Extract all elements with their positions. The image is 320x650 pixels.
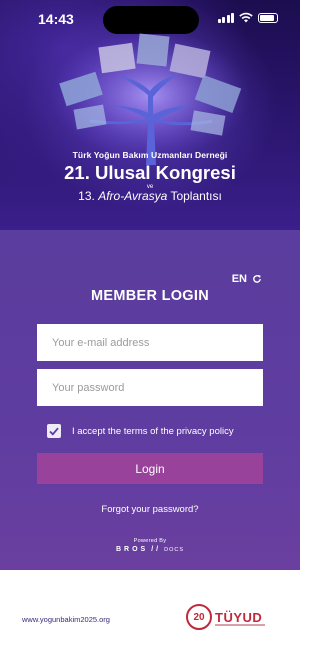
- powered-brand: BROS: [115, 546, 149, 553]
- organization-name: Türk Yoğun Bakım Uzmanları Derneği: [72, 150, 228, 160]
- refresh-icon: [253, 275, 261, 283]
- website-link[interactable]: www.yogunbakim2025.org: [22, 615, 110, 624]
- tuyud-wordmark: TÜYUD: [215, 609, 263, 625]
- wifi-icon: [239, 12, 253, 23]
- page-title: MEMBER LOGIN: [91, 288, 209, 304]
- forgot-password-link[interactable]: Forgot your password?: [0, 504, 300, 515]
- meeting-suffix: Toplantısı: [170, 189, 222, 203]
- language-switcher[interactable]: EN: [232, 273, 262, 285]
- tuyud-anniversary-badge: 20: [186, 604, 212, 630]
- powered-by-block: Powered By BROS // DOCS: [0, 538, 300, 553]
- congress-title-block: Türk Yoğun Bakım Uzmanları Derneği 21. U…: [0, 150, 300, 203]
- logo-underline: [215, 624, 265, 626]
- checkmark-icon: [49, 427, 59, 436]
- privacy-terms-row: I accept the terms of the privacy policy: [47, 424, 234, 438]
- battery-icon: [258, 12, 278, 23]
- tree-illustration: [50, 30, 250, 165]
- powered-by-label: Powered By: [133, 538, 167, 544]
- tuyud-logo: 20 TÜYUD: [186, 604, 265, 630]
- meeting-title: 13. Afro-Avrasya Toplantısı: [0, 189, 300, 203]
- cellular-signal-icon: [217, 12, 234, 23]
- terms-checkbox[interactable]: [47, 424, 61, 438]
- congress-title: 21. Ulusal Kongresi: [64, 162, 236, 183]
- login-button[interactable]: Login: [37, 453, 263, 484]
- login-panel: EN MEMBER LOGIN I accept the terms of th…: [0, 230, 300, 570]
- language-label: EN: [231, 273, 247, 285]
- meeting-number: 13.: [78, 189, 95, 203]
- brand-separator: //: [151, 546, 162, 553]
- status-icons: [217, 12, 278, 23]
- congress-banner: 14:43 Türk Yoğun Bakım Uzmanları Derneği…: [0, 0, 300, 230]
- terms-label[interactable]: I accept the terms of the privacy policy: [72, 426, 234, 437]
- powered-brand-suffix: DOCS: [164, 546, 184, 553]
- footer: www.yogunbakim2025.org 20 TÜYUD: [0, 570, 300, 650]
- password-field[interactable]: [37, 369, 263, 406]
- email-field[interactable]: [37, 324, 263, 361]
- bros-docs-logo: BROS // DOCS: [0, 546, 300, 553]
- meeting-name: Afro-Avrasya: [98, 189, 168, 203]
